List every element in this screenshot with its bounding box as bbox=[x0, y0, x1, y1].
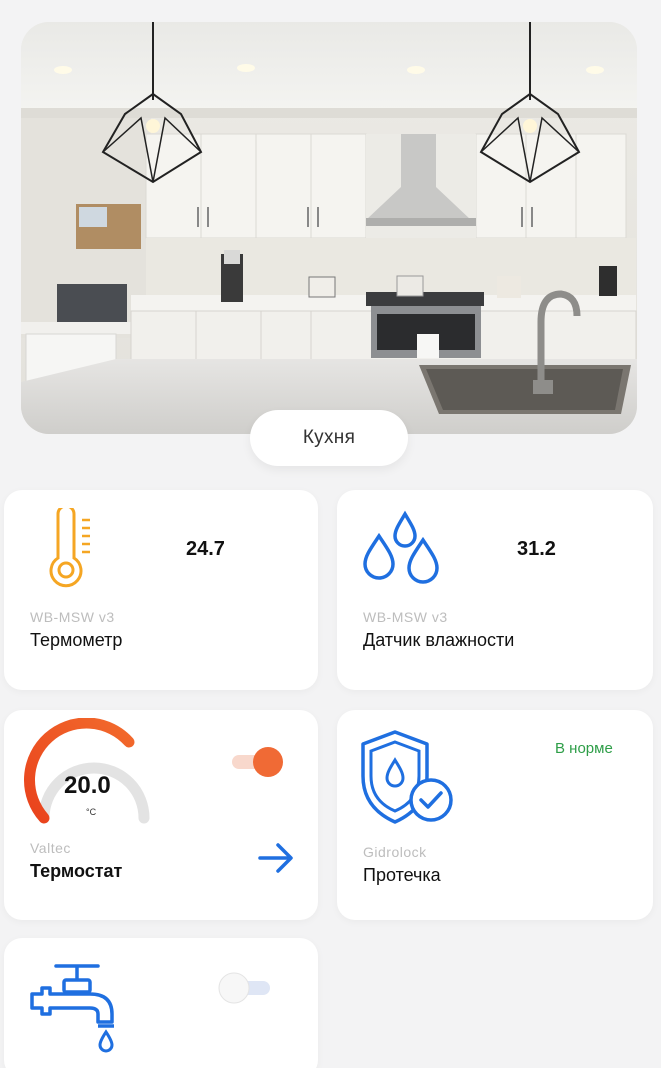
thermostat-value: 20.0 bbox=[64, 772, 111, 799]
humidity-model: WB-MSW v3 bbox=[363, 609, 448, 625]
device-card-leak[interactable]: В норме Gidrolock Протечка bbox=[337, 710, 653, 920]
device-card-thermometer[interactable]: 24.7 WB-MSW v3 Термометр bbox=[4, 490, 318, 690]
humidity-drops-icon bbox=[363, 510, 439, 584]
leak-status: В норме bbox=[555, 740, 613, 757]
thermostat-toggle[interactable] bbox=[230, 746, 288, 778]
room-photo[interactable] bbox=[21, 22, 637, 434]
thermometer-model: WB-MSW v3 bbox=[30, 609, 115, 625]
thermostat-open-arrow[interactable] bbox=[256, 842, 296, 879]
device-card-thermostat[interactable]: 20.0 °C Valtec Термостат bbox=[4, 710, 318, 920]
room-name: Кухня bbox=[302, 427, 356, 448]
device-card-water-tap[interactable] bbox=[4, 938, 318, 1068]
water-tap-toggle[interactable] bbox=[216, 972, 274, 1004]
shield-water-check-icon bbox=[361, 730, 453, 824]
leak-name: Протечка bbox=[363, 865, 441, 885]
thermometer-name: Термометр bbox=[30, 630, 123, 650]
thermometer-value: 24.7 bbox=[186, 538, 225, 560]
room-name-pill[interactable]: Кухня bbox=[250, 410, 408, 466]
thermostat-model: Valtec bbox=[30, 840, 71, 856]
device-card-humidity[interactable]: 31.2 WB-MSW v3 Датчик влажности bbox=[337, 490, 653, 690]
water-tap-icon bbox=[30, 964, 114, 1053]
thermometer-icon bbox=[49, 508, 90, 588]
humidity-value: 31.2 bbox=[517, 538, 556, 560]
leak-model: Gidrolock bbox=[363, 844, 427, 860]
thermostat-unit: °C bbox=[86, 807, 97, 817]
humidity-name: Датчик влажности bbox=[363, 630, 515, 650]
thermostat-name: Термостат bbox=[30, 861, 123, 881]
arrow-right-icon bbox=[258, 843, 293, 873]
